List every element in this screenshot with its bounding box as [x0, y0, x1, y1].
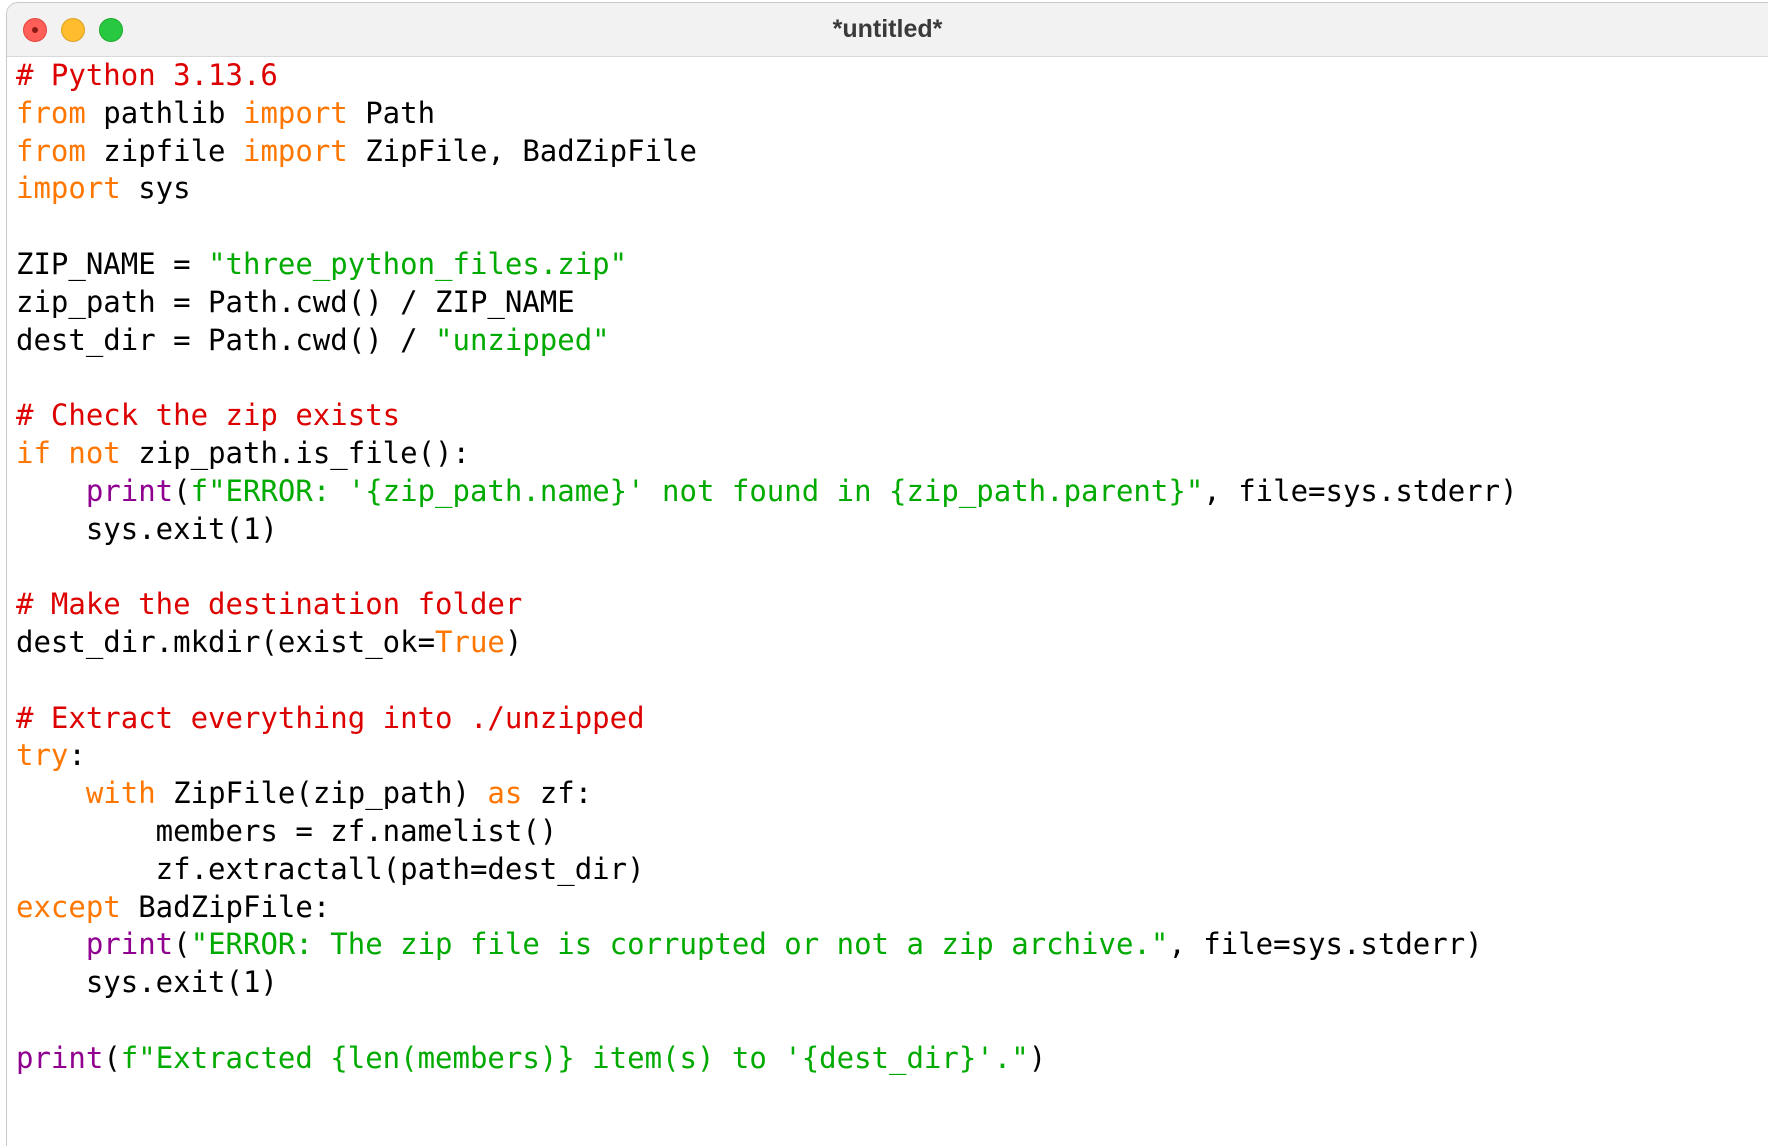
code-editor[interactable]: # Python 3.13.6 from pathlib import Path f… — [7, 57, 1768, 1146]
editor-window: *untitled* # Python 3.13.6 from pathlib i… — [6, 2, 1768, 1146]
code-token-text: ) — [1028, 1040, 1047, 1075]
code-line: except BadZipFile: — [16, 889, 1518, 927]
code-token-string: f"ERROR: '{zip_path.name}' not found in … — [190, 473, 1204, 508]
code-token-comment: # Python 3.13.6 — [16, 58, 278, 92]
code-line: with ZipFile(zip_path) as zf: — [16, 775, 1518, 813]
code-line: members = zf.namelist() — [16, 813, 1518, 851]
code-token-keyword: import — [242, 95, 348, 130]
code-text-area[interactable]: # Python 3.13.6 from pathlib import Path f… — [16, 57, 1518, 1078]
code-token-builtin: print — [85, 927, 174, 962]
code-line: try: — [16, 737, 1518, 775]
code-line: zf.extractall(path=dest_dir) — [16, 851, 1518, 889]
code-line: print(f"ERROR: '{zip_path.name}' not fou… — [16, 473, 1518, 511]
code-token-text: pathlib — [85, 95, 243, 130]
code-token-text: , file=sys.stderr) — [1203, 473, 1518, 508]
code-token-comment: # Check the zip exists — [16, 398, 401, 433]
code-line: print("ERROR: The zip file is corrupted … — [16, 926, 1518, 964]
code-token-text: ( — [173, 473, 191, 508]
code-line: from zipfile import ZipFile, BadZipFile — [16, 133, 1518, 171]
code-token-keyword: not — [68, 435, 121, 470]
code-token-text: BadZipFile: — [120, 889, 331, 924]
code-line: zip_path = Path.cwd() / ZIP_NAME — [16, 284, 1518, 322]
code-token-keyword: except — [16, 889, 121, 924]
code-token-text: Path — [347, 95, 436, 130]
code-line: ZIP_NAME = "three_python_files.zip" — [16, 246, 1518, 284]
title-bar[interactable]: *untitled* — [7, 3, 1768, 57]
window-title: *untitled* — [832, 15, 943, 43]
code-token-string: "unzipped" — [435, 322, 610, 357]
code-token-text: ZipFile(zip_path) — [155, 776, 488, 811]
code-token-text: zipfile — [85, 133, 243, 168]
code-token-builtin: print — [85, 473, 174, 508]
code-line: # Python 3.13.6 — [16, 57, 1518, 95]
code-token-builtin: print — [16, 1040, 104, 1075]
code-token-keyword: import — [242, 133, 348, 168]
code-token-comment: # Extract everything into ./unzipped — [16, 700, 645, 735]
code-token-text: : — [68, 738, 86, 773]
code-token-text: ZipFile, BadZipFile — [347, 133, 697, 168]
code-token-text: ( — [173, 927, 191, 962]
code-token-text: zf.extractall(path=dest_dir) — [16, 851, 645, 886]
code-token-text: ZIP_NAME = — [16, 246, 209, 281]
code-line: # Extract everything into ./unzipped — [16, 700, 1518, 738]
code-line: dest_dir = Path.cwd() / "unzipped" — [16, 322, 1518, 360]
code-token-text: dest_dir.mkdir(exist_ok= — [16, 624, 436, 659]
code-token-text: ( — [103, 1040, 121, 1075]
code-line: from pathlib import Path — [16, 95, 1518, 133]
code-token-comment: # Make the destination folder — [16, 587, 523, 622]
code-token-keyword: import — [16, 171, 121, 206]
code-token-text: sys.exit(1) — [16, 511, 278, 546]
code-token-text: sys.exit(1) — [16, 965, 278, 1000]
code-line: # Make the destination folder — [16, 586, 1518, 624]
code-token-keyword: as — [487, 776, 523, 811]
code-token-text: dest_dir = Path.cwd() / — [16, 322, 436, 357]
code-line: sys.exit(1) — [16, 964, 1518, 1002]
code-line: sys.exit(1) — [16, 511, 1518, 549]
code-token-text: sys — [120, 171, 191, 206]
code-token-keyword: True — [435, 624, 505, 659]
code-line: import sys — [16, 170, 1518, 208]
code-line: if not zip_path.is_file(): — [16, 435, 1518, 473]
code-token-string: "three_python_files.zip" — [208, 246, 628, 281]
code-token-text: zf: — [522, 776, 593, 811]
code-line: # Check the zip exists — [16, 397, 1518, 435]
code-token-string: "ERROR: The zip file is corrupted or not… — [190, 927, 1169, 962]
code-token-keyword: if — [16, 435, 51, 470]
code-token-text: , file=sys.stderr) — [1168, 927, 1483, 962]
code-token-text: zip_path.is_file(): — [120, 435, 470, 470]
code-line: print(f"Extracted {len(members)} item(s)… — [16, 1040, 1518, 1078]
code-token-text: zip_path = Path.cwd() / ZIP_NAME — [16, 284, 575, 319]
code-token-keyword: from — [16, 133, 86, 168]
code-token-keyword: from — [16, 95, 86, 130]
code-token-text: members = zf.namelist() — [16, 813, 558, 848]
code-token-keyword: try — [16, 738, 69, 773]
code-token-keyword: with — [85, 776, 156, 811]
code-token-text: ) — [504, 624, 523, 659]
code-token-string: f"Extracted {len(members)} item(s) to '{… — [120, 1040, 1029, 1075]
code-line: dest_dir.mkdir(exist_ok=True) — [16, 624, 1518, 662]
